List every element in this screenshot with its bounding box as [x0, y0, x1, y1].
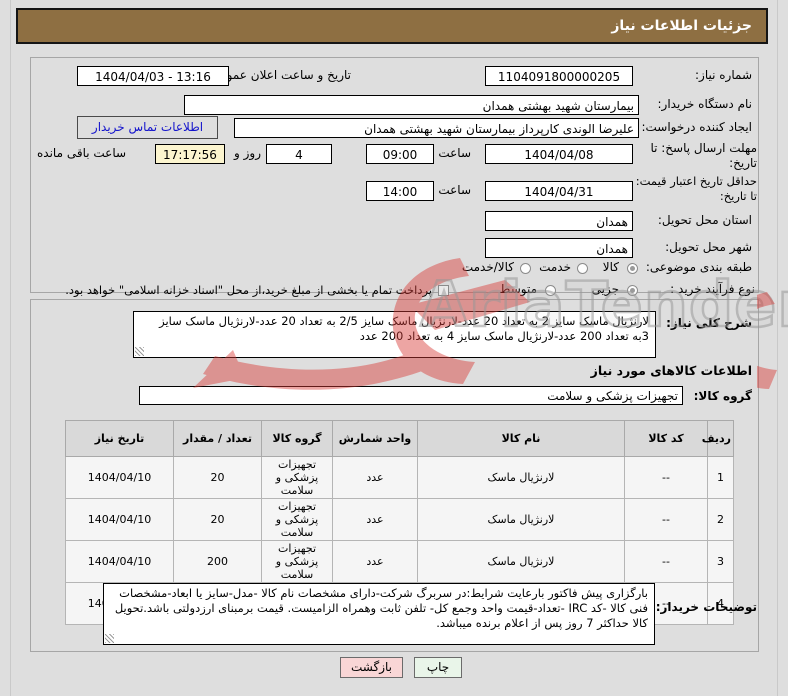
reply-deadline-label: مهلت ارسال پاسخ: تا تاریخ:: [650, 141, 757, 170]
cell-group: تجهیزات پزشکی و سلامت: [261, 456, 333, 499]
cell-need-date: 1404/04/10: [65, 540, 174, 583]
category-label: طبقه بندی موضوعی:: [645, 260, 752, 274]
buyer-notes-textarea[interactable]: بارگزاری پیش فاکتور بارعایت شرایط:در سرب…: [103, 583, 655, 645]
print-button[interactable]: چاپ: [414, 657, 462, 678]
need-description-textarea[interactable]: لارنژیال ماسک سایز 2 به تعداد 20 عدد-لار…: [133, 311, 656, 358]
watermark-logo-edge-icon: [757, 290, 788, 390]
page-title: جزئیات اطلاعات نیاز: [611, 18, 752, 34]
cell-item-name: لارنژیال ماسک: [417, 498, 625, 541]
price-validity-label: حداقل تاریخ اعتبار قیمت: تا تاریخ:: [635, 174, 757, 203]
table-row: 1 -- لارنژیال ماسک عدد تجهیزات پزشکی و س…: [65, 456, 734, 499]
cell-item-code: --: [624, 540, 708, 583]
category-option-goods-service: کالا/خدمت: [461, 260, 514, 274]
need-number-label: شماره نیاز:: [695, 68, 752, 82]
cell-item-code: --: [624, 498, 708, 541]
process-option-medium: متوسط: [499, 282, 537, 296]
delivery-province-label: استان محل تحویل:: [657, 213, 752, 227]
cell-item-name: لارنژیال ماسک: [417, 540, 625, 583]
page-header: جزئیات اطلاعات نیاز: [16, 8, 768, 44]
treasury-payment-checkbox[interactable]: [438, 285, 449, 296]
process-radio-minor[interactable]: [627, 285, 638, 296]
cell-item-name: لارنژیال ماسک: [417, 456, 625, 499]
goods-section-title: اطلاعات کالاهای مورد نیاز: [590, 363, 752, 378]
treasury-payment-label: پرداخت تمام یا بخشی از مبلغ خرید،از محل …: [65, 283, 432, 297]
buyer-org-field[interactable]: بیمارستان شهید بهشتی همدان: [184, 95, 639, 115]
process-option-minor: جزیی: [591, 282, 619, 296]
deadline-hour-label: ساعت: [438, 146, 471, 160]
cell-quantity: 20: [173, 456, 262, 499]
back-button[interactable]: بازگشت: [340, 657, 403, 678]
time-remaining-field[interactable]: 17:17:56: [155, 144, 225, 164]
reply-deadline-date-field[interactable]: 1404/04/08: [485, 144, 633, 164]
cell-quantity: 200: [173, 540, 262, 583]
category-option-goods: کالا: [602, 260, 619, 274]
reply-deadline-time-field[interactable]: 09:00: [366, 144, 434, 164]
cell-row-number: 3: [707, 540, 734, 583]
cell-need-date: 1404/04/10: [65, 456, 174, 499]
cell-item-code: --: [624, 456, 708, 499]
buyer-notes-label: توضیحات خریدار:: [655, 600, 757, 614]
col-item-name: نام کالا: [417, 420, 625, 457]
table-row: 2 -- لارنژیال ماسک عدد تجهیزات پزشکی و س…: [65, 498, 734, 541]
price-validity-time-field[interactable]: 14:00: [366, 181, 434, 201]
goods-group-field[interactable]: تجهیزات پزشکی و سلامت: [139, 386, 683, 405]
request-creator-label: ایجاد کننده درخواست:: [641, 120, 752, 134]
remaining-suffix-label: ساعت باقی مانده: [37, 146, 127, 160]
category-radio-service[interactable]: [577, 263, 588, 274]
col-row-number: ردیف: [702, 420, 734, 457]
request-creator-field[interactable]: علیرضا الوندی کارپرداز بیمارستان شهید به…: [234, 118, 639, 138]
cell-unit: عدد: [332, 540, 418, 583]
col-group: گروه کالا: [261, 420, 333, 457]
buyer-contact-button[interactable]: اطلاعات تماس خریدار: [77, 116, 218, 139]
delivery-city-label: شهر محل تحویل:: [665, 240, 752, 254]
days-suffix-label: روز و: [234, 146, 261, 160]
days-remaining-field[interactable]: 4: [266, 144, 332, 164]
category-radio-goods[interactable]: [627, 263, 638, 274]
delivery-province-field[interactable]: همدان: [485, 211, 633, 231]
col-need-date: تاریخ نیاز: [65, 420, 174, 457]
need-description-label: شرح کلی نیاز:: [666, 316, 752, 330]
cell-group: تجهیزات پزشکی و سلامت: [261, 540, 333, 583]
goods-group-label: گروه کالا:: [693, 389, 752, 403]
need-number-field[interactable]: 1104091800000205: [485, 66, 633, 86]
items-table-header-row: ردیف کد کالا نام کالا واحد شمارش گروه کا…: [65, 420, 734, 457]
col-unit: واحد شمارش: [332, 420, 418, 457]
process-type-label: نوع فرآیند خرید :: [670, 282, 755, 296]
delivery-city-field[interactable]: همدان: [485, 238, 633, 258]
announce-datetime-field[interactable]: 1404/04/03 - 13:16: [77, 66, 229, 86]
cell-row-number: 2: [707, 498, 734, 541]
cell-row-number: 1: [707, 456, 734, 499]
buyer-org-label: نام دستگاه خریدار:: [657, 97, 753, 111]
category-radio-goods-service[interactable]: [520, 263, 531, 274]
cell-need-date: 1404/04/10: [65, 498, 174, 541]
cell-group: تجهیزات پزشکی و سلامت: [261, 498, 333, 541]
cell-unit: عدد: [332, 498, 418, 541]
col-quantity: تعداد / مقدار: [173, 420, 262, 457]
price-validity-date-field[interactable]: 1404/04/31: [485, 181, 633, 201]
cell-unit: عدد: [332, 456, 418, 499]
table-row: 3 -- لارنژیال ماسک عدد تجهیزات پزشکی و س…: [65, 540, 734, 583]
validity-hour-label: ساعت: [438, 183, 471, 197]
process-radio-medium[interactable]: [545, 285, 556, 296]
cell-quantity: 20: [173, 498, 262, 541]
category-option-service: خدمت: [539, 260, 571, 274]
col-item-code: کد کالا: [624, 420, 708, 457]
need-details-page: جزئیات اطلاعات نیاز شماره نیاز: 11040918…: [0, 0, 788, 696]
